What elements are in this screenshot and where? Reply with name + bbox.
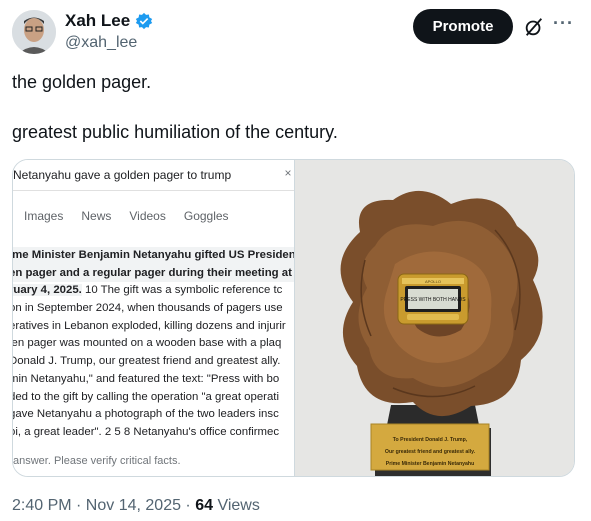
- answer-line: on in September 2024, when thousands of …: [13, 302, 283, 315]
- answer-line: ime Minister Benjamin Netanyahu gifted U…: [13, 247, 294, 265]
- answer-line-end: Netanyahu's office confirmec: [133, 425, 280, 438]
- ai-answer-text: ime Minister Benjamin Netanyahu gifted U…: [13, 247, 294, 442]
- timestamp[interactable]: 2:40 PM · Nov 14, 2025 ·: [12, 497, 191, 514]
- divider: [13, 190, 294, 191]
- answer-date: ruary 4, 2025.: [13, 284, 82, 297]
- avatar-photo: [12, 10, 56, 54]
- author-name[interactable]: Xah Lee: [65, 11, 130, 31]
- answer-line: gave Netanyahu a photograph of the two l…: [13, 408, 279, 421]
- disclaimer: answer. Please verify critical facts.: [13, 455, 181, 467]
- tweet-line-2: greatest public humiliation of the centu…: [12, 122, 338, 142]
- pager-brand: APOLLO: [424, 279, 440, 284]
- citations: 2 5 8: [104, 425, 131, 438]
- plaque-line-1: To President Donald J. Trump,: [392, 437, 467, 443]
- verified-badge-icon: [136, 12, 153, 30]
- views-count[interactable]: 64: [195, 497, 213, 514]
- answer-line-rest: The gift was a symbolic reference tc: [100, 284, 283, 297]
- answer-line: en pager and a regular pager during thei…: [13, 264, 294, 283]
- more-options-icon[interactable]: ···: [553, 13, 574, 34]
- media-attachment[interactable]: Netanyahu gave a golden pager to trump ×…: [12, 159, 575, 477]
- avatar[interactable]: [12, 10, 56, 54]
- search-tabs: Images News Videos Goggles: [24, 209, 229, 223]
- tab-goggles: Goggles: [183, 209, 229, 223]
- plaque-line-2: Our greatest friend and greatest ally.: [384, 449, 475, 455]
- answer-line: Donald J. Trump, our greatest friend and…: [13, 355, 281, 368]
- answer-line-start: oi, a great leader".: [13, 425, 102, 438]
- answer-line: ruary 4, 2025. 10 The gift was a symboli…: [13, 282, 294, 300]
- close-icon: ×: [284, 166, 292, 180]
- plaque-line-3: Prime Minister Benjamin Netanyahu: [385, 461, 474, 467]
- author-name-row[interactable]: Xah Lee: [65, 11, 153, 31]
- answer-line: len pager was mounted on a wooden base w…: [13, 337, 282, 350]
- search-screenshot[interactable]: Netanyahu gave a golden pager to trump ×…: [13, 160, 295, 476]
- pager-photo-graphic: APOLLO PRESS WITH BOTH HANDS To Presiden…: [294, 160, 574, 476]
- citation: 10: [85, 284, 98, 297]
- tab-videos: Videos: [129, 209, 166, 223]
- answer-line: oi, a great leader". 2 5 8 Netanyahu's o…: [13, 424, 294, 442]
- answer-line: ded to the gift by calling the operation…: [13, 390, 280, 403]
- grok-icon[interactable]: [523, 16, 545, 38]
- tab-news: News: [81, 209, 112, 223]
- views-label: Views: [217, 497, 260, 514]
- author-handle[interactable]: @xah_lee: [65, 34, 137, 52]
- answer-line: min Netanyahu," and featured the text: "…: [13, 372, 280, 385]
- tweet-line-1: the golden pager.: [12, 72, 152, 92]
- pager-screen-text: PRESS WITH BOTH HANDS: [400, 297, 466, 303]
- tweet-text: the golden pager. greatest public humili…: [12, 70, 572, 145]
- golden-pager-photo[interactable]: APOLLO PRESS WITH BOTH HANDS To Presiden…: [294, 160, 574, 476]
- tab-images: Images: [24, 209, 64, 223]
- answer-line: eratives in Lebanon exploded, killing do…: [13, 319, 286, 332]
- tweet-meta: 2:40 PM · Nov 14, 2025 · 64 Views: [12, 497, 260, 515]
- search-query: Netanyahu gave a golden pager to trump: [13, 168, 232, 182]
- promote-button[interactable]: Promote: [413, 9, 513, 44]
